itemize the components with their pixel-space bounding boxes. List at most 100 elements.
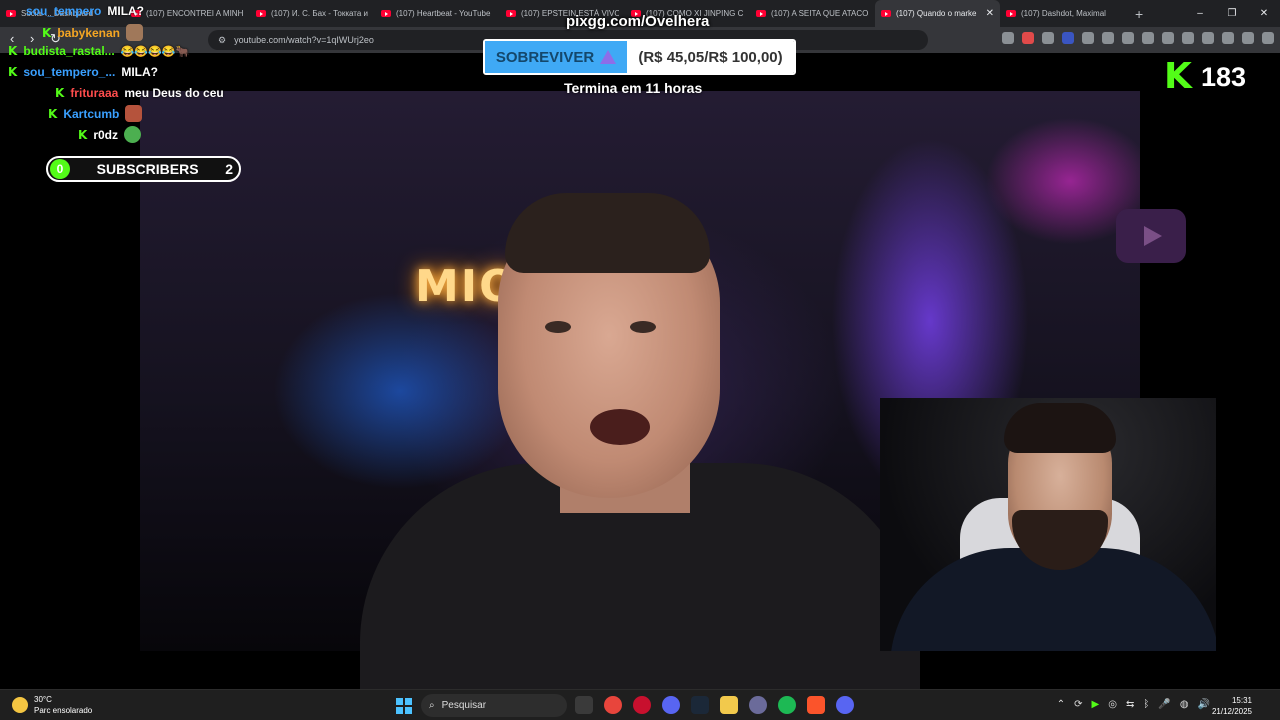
tab-title: (107) A SEITA QUE ATACO [771,9,869,18]
tab-title: (107) Dashdot, Maximal [1021,9,1106,18]
clock-date: 21/12/2025 [1211,707,1252,716]
wifi-icon[interactable]: ◍ [1180,699,1189,710]
viewer-count: 183 [1201,62,1247,92]
system-tray: ⌃ ⟳ ▶ ◎ ⇆ ᛒ 🎤 ◍ 🔊 [1057,699,1210,710]
youtube-icon [381,10,391,17]
viewer-counter: 183 [1164,56,1247,97]
task-view-icon[interactable] [575,696,593,714]
chat-message: K Kartcumb [48,105,143,122]
chat-text: MILA? [107,4,145,18]
tab-6[interactable]: (107) A SEITA QUE ATACO [750,0,875,27]
subs-label: SUBSCRIBERS [96,161,199,177]
chat-text: MILA? [121,65,158,79]
extension-icon[interactable] [1002,32,1014,44]
microphone-icon[interactable]: 🎤 [1158,699,1170,710]
streamer-hair [1004,403,1116,453]
extension-icon[interactable] [1082,32,1094,44]
taskbar-search[interactable]: ⌕ Pesquisar [421,694,567,717]
file-explorer-icon[interactable] [720,696,738,714]
extensions-row [1002,32,1274,44]
chat-message: sou_tempero MILA? [26,4,144,18]
extension-icon[interactable] [1022,32,1034,44]
sparkle-icon[interactable] [1222,32,1234,44]
app-icon[interactable] [662,696,680,714]
address-url: youtube.com/watch?v=1qIWUrj2eo [234,35,374,45]
discord-icon[interactable] [836,696,854,714]
presenter-hair [505,193,710,273]
play-icon[interactable]: ▶ [1092,699,1100,710]
search-placeholder: Pesquisar [441,700,487,711]
donation-url: pixgg.com/Ovelhera [566,13,710,30]
subs-goal-start: 0 [50,159,70,179]
chat-username: babykenan [57,25,121,40]
tab-title: (107) ENCONTREI A MINH [146,9,244,18]
tab-active[interactable]: (107) Quando o marke ✕ [875,0,1000,27]
tab-2[interactable]: (107) И. С. Бах - Токката и [250,0,375,27]
chat-username: sou_tempero_... [23,65,116,79]
spotify-icon[interactable] [778,696,796,714]
chat-message: K budista_rastal... 😂😂😂😂🐂 [8,44,189,58]
bluetooth-icon[interactable]: ᛒ [1143,699,1149,710]
extension-icon[interactable] [1042,32,1054,44]
weather-widget[interactable]: 30°C Parc ensolarado [12,694,92,716]
chat-message: K frituraaa meu Deus do ceu [55,86,224,100]
puzzle-icon[interactable] [1122,32,1134,44]
goal-label-box: SOBREVIVER [485,41,627,73]
chat-username: r0dz [93,127,118,142]
opera-icon[interactable] [633,696,651,714]
system-clock[interactable]: 15:31 21/12/2025 [1212,695,1252,717]
wallet-icon[interactable] [1202,32,1214,44]
brave-icon[interactable] [807,696,825,714]
shield-icon[interactable] [1242,32,1254,44]
weather-temp: 30°C [34,695,52,704]
sync-icon[interactable]: ⟳ [1074,699,1082,710]
network-icon[interactable]: ⇆ [1126,699,1134,710]
video-player[interactable]: MIOPIA [0,53,1280,689]
extension-icon[interactable] [1062,32,1074,44]
maximize-button[interactable]: ❐ [1216,0,1248,27]
sidebar-icon[interactable] [1182,32,1194,44]
volume-icon[interactable]: 🔊 [1198,699,1210,710]
close-window-button[interactable]: ✕ [1248,0,1280,27]
taskbar-apps [575,696,854,714]
youtube-icon [1006,10,1016,17]
subscribers-counter: 0 SUBSCRIBERS 2 [46,156,241,182]
tab-title: (107) Heartbeat - YouTube [396,9,491,18]
tab-8[interactable]: (107) Dashdot, Maximal [1000,0,1125,27]
kick-badge-icon: K [78,127,88,142]
start-button[interactable] [396,698,412,714]
steam-tray-icon[interactable]: ◎ [1108,699,1117,710]
chat-username: Kartcumb [63,106,120,121]
music-icon[interactable] [1162,32,1174,44]
screen: Social ... Dashboard (107) ENCONTREI A M… [0,0,1280,720]
download-icon[interactable] [1142,32,1154,44]
extension-icon[interactable] [1102,32,1114,44]
site-info-icon[interactable]: ⚙ [218,35,226,46]
kick-badge-icon: K [55,86,65,100]
kick-logo-icon [1164,56,1192,97]
app-icon[interactable] [749,696,767,714]
windows-taskbar: 30°C Parc ensolarado ⌕ Pesquisar ⌃ ⟳ ▶ ◎ [0,689,1280,720]
tab-3[interactable]: (107) Heartbeat - YouTube [375,0,500,27]
tray-overflow-icon[interactable]: ⌃ [1057,699,1065,710]
search-icon: ⌕ [429,700,435,711]
chrome-icon[interactable] [604,696,622,714]
close-tab-icon[interactable]: ✕ [986,8,994,19]
pepe-emote-icon [124,126,141,143]
presenter-eye [545,321,571,333]
menu-icon[interactable] [1262,32,1274,44]
clock-time: 15:31 [1231,696,1252,705]
chat-text: meu Deus do ceu [124,86,224,100]
youtube-icon [256,10,266,17]
chat-message: K r0dz [78,126,141,143]
weather-icon [12,697,28,713]
minimize-button[interactable]: – [1184,0,1216,27]
youtube-icon [506,10,516,17]
kick-badge-icon: K [48,106,58,121]
chat-text: 😂😂😂😂🐂 [120,45,190,58]
webcam-feed [880,398,1216,651]
steam-icon[interactable] [691,696,709,714]
new-tab-button[interactable]: + [1125,6,1153,22]
chat-username: frituraaa [70,86,119,100]
kick-badge-icon: K [8,44,18,58]
